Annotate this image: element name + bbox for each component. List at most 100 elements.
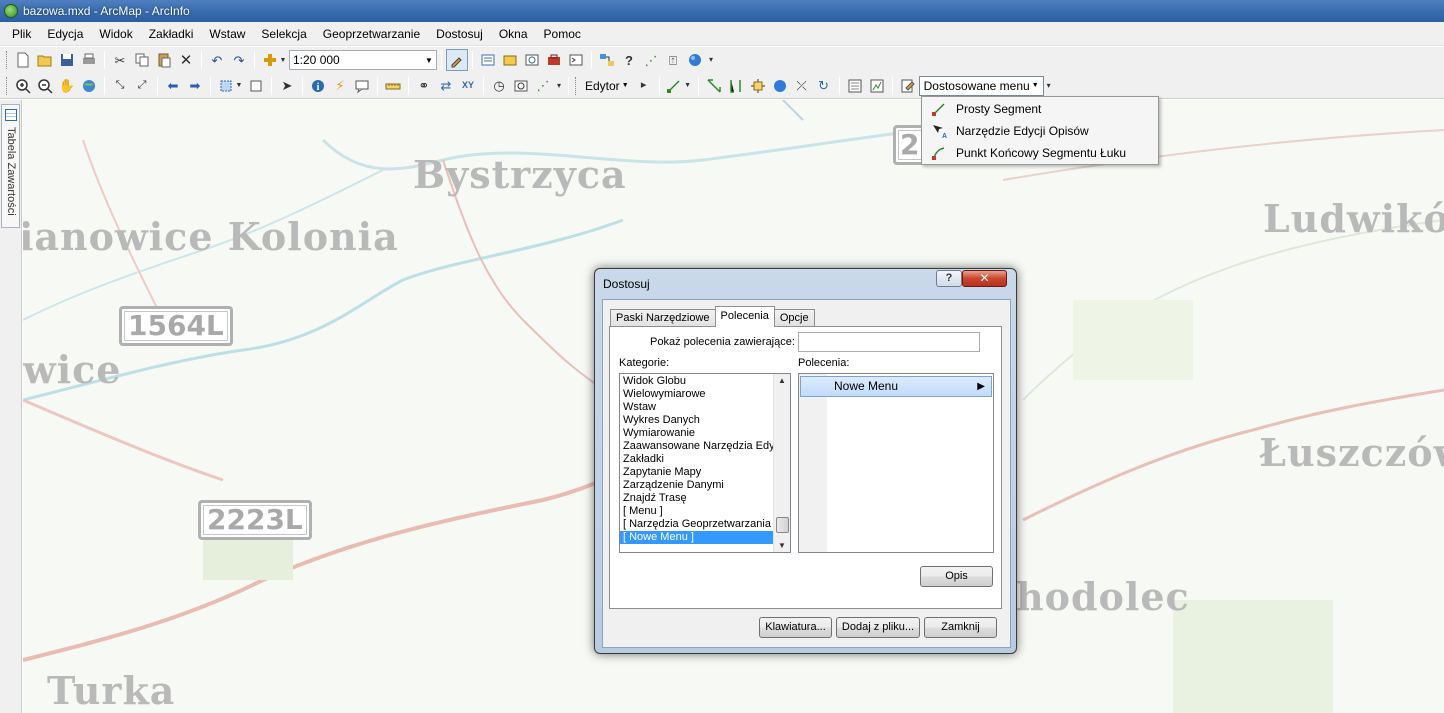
hyperlink-icon[interactable]: ⚡ (329, 75, 351, 97)
toolbar-grip[interactable] (6, 51, 9, 69)
paste-icon[interactable] (153, 49, 175, 71)
identify-icon[interactable]: i (307, 75, 329, 97)
rotate-tool-icon[interactable]: ⤫ (791, 75, 813, 97)
list-item[interactable]: Zapytanie Mapy (620, 466, 773, 479)
tab-polecenia[interactable]: Polecenia (714, 306, 775, 327)
menu-okna[interactable]: Okna (491, 27, 536, 41)
undo-icon[interactable]: ↶ (206, 49, 228, 71)
menu-selekcja[interactable]: Selekcja (253, 27, 314, 41)
copy-icon[interactable] (131, 49, 153, 71)
python-window-icon[interactable] (565, 49, 587, 71)
table-of-contents-icon[interactable] (477, 49, 499, 71)
list-item[interactable]: [ Narzędzia Geoprzetwarzania ] (620, 518, 773, 531)
pan-hand-icon[interactable]: ✋ (56, 75, 78, 97)
list-item-selected[interactable]: [ Nowe Menu ] (620, 531, 773, 544)
select-elements-icon[interactable]: ➤ (276, 75, 298, 97)
menu-item-endpoint-arc[interactable]: Punkt Końcowy Segmentu Łuku (922, 142, 1158, 164)
measure-icon[interactable] (382, 75, 404, 97)
menu-edycja[interactable]: Edycja (39, 27, 91, 41)
create-viewer-window-icon[interactable] (510, 75, 532, 97)
find-binoculars-icon[interactable]: ⚭ (413, 75, 435, 97)
zoom-out-icon[interactable] (34, 75, 56, 97)
command-item-nowe-menu[interactable]: Nowe Menu ▶ (800, 376, 992, 397)
split-tool-icon[interactable] (769, 75, 791, 97)
html-popup-icon[interactable] (351, 75, 373, 97)
custom-menu-icon[interactable] (897, 75, 919, 97)
custom-menu-button[interactable]: Dostosowane menu ▼ (918, 75, 1044, 96)
list-item[interactable]: Zarządzenie Danymi (620, 479, 773, 492)
add-data-icon[interactable]: ▼ (259, 49, 289, 71)
categories-list[interactable]: Widok Globu Wielowymiarowe Wstaw Wykres … (619, 373, 791, 553)
cut-polygons-icon[interactable] (747, 75, 769, 97)
menu-item-edit-annotation[interactable]: A Narzędzie Edycji Opisów (922, 120, 1158, 142)
sketch-properties-icon[interactable]: ↻ (813, 75, 835, 97)
list-item[interactable]: [ Menu ] (620, 505, 773, 518)
tab-opcje[interactable]: Opcje (773, 309, 815, 327)
toolbar-options-icon[interactable]: ▾ (706, 49, 716, 71)
globe-icon[interactable] (684, 49, 706, 71)
close-dialog-button[interactable]: Zamknij (924, 617, 997, 638)
list-item[interactable]: Znajdź Trasę (620, 492, 773, 505)
attributes-icon[interactable] (844, 75, 866, 97)
categories-scrollbar[interactable]: ▲ ▼ (773, 374, 790, 552)
toolbar-options-icon[interactable]: ▾ (1044, 75, 1054, 97)
edit-vertices-tool-icon[interactable] (703, 75, 725, 97)
commands-list[interactable]: Nowe Menu ▶ (798, 373, 994, 553)
menu-geoprzetwarzanie[interactable]: Geoprzetwarzanie (315, 27, 428, 41)
scroll-down-icon[interactable]: ▼ (778, 541, 786, 550)
menu-pomoc[interactable]: Pomoc (536, 27, 589, 41)
time-slider-icon[interactable]: ◷ (488, 75, 510, 97)
show-commands-input[interactable] (798, 332, 980, 352)
map-scale-combo[interactable]: 1:20 000 ▼ (289, 50, 437, 70)
description-button[interactable]: Opis (920, 566, 993, 587)
arctoolbox-icon[interactable] (543, 49, 565, 71)
list-item[interactable]: Zakładki (620, 453, 773, 466)
help-button[interactable]: ? (936, 270, 962, 287)
list-item[interactable]: Wykres Danych (620, 414, 773, 427)
print-icon[interactable] (78, 49, 100, 71)
menu-dostosuj[interactable]: Dostosuj (428, 27, 491, 41)
tab-paski-narzedziowe[interactable]: Paski Narzędziowe (610, 309, 716, 327)
edit-tool-icon[interactable]: ▸ (633, 75, 655, 97)
list-item[interactable]: Wymiarowanie (620, 427, 773, 440)
save-icon[interactable] (56, 49, 78, 71)
menu-plik[interactable]: Plik (4, 27, 39, 41)
open-folder-icon[interactable] (34, 49, 56, 71)
editor-menu-button[interactable]: Edytor ▼ (581, 79, 633, 93)
straight-segment-icon[interactable]: ▼ (664, 75, 694, 97)
fixed-zoom-in-icon[interactable]: ⤡ (109, 75, 131, 97)
list-item[interactable]: Widok Globu (620, 375, 773, 388)
redo-icon[interactable]: ↷ (228, 49, 250, 71)
go-back-icon[interactable]: ⬅ (162, 75, 184, 97)
list-item[interactable]: Zaawansowane Narzędzia Edycji (620, 440, 773, 453)
upload-icon[interactable]: ⍐ (662, 49, 684, 71)
menu-widok[interactable]: Widok (91, 27, 140, 41)
create-features-icon[interactable] (866, 75, 888, 97)
toc-tab[interactable]: Tabela Zawartości (1, 104, 20, 228)
goto-xy-icon[interactable]: XY (457, 75, 479, 97)
new-document-icon[interactable] (12, 49, 34, 71)
scroll-thumb[interactable] (776, 517, 789, 533)
select-features-icon[interactable]: ▼ (215, 75, 245, 97)
list-item[interactable]: Wstaw (620, 401, 773, 414)
add-from-file-button[interactable]: Dodaj z pliku... (836, 617, 920, 638)
catalog-icon[interactable] (499, 49, 521, 71)
toolbar-grip[interactable] (6, 76, 9, 95)
whats-this-icon[interactable]: ? (618, 49, 640, 71)
editor-toolbar-toggle-icon[interactable] (446, 49, 468, 71)
menu-zakladki[interactable]: Zakładki (141, 27, 202, 41)
toolbar-grip[interactable] (575, 76, 578, 95)
delete-icon[interactable]: ✕ (175, 49, 197, 71)
keyboard-button[interactable]: Klawiatura... (759, 617, 832, 638)
cut-icon[interactable]: ✂ (109, 49, 131, 71)
find-route-icon[interactable]: ⇄ (435, 75, 457, 97)
list-item[interactable]: Wielowymiarowe (620, 388, 773, 401)
edit-vertices-icon[interactable]: ⋰ (640, 49, 662, 71)
go-forward-icon[interactable]: ➡ (184, 75, 206, 97)
swipe-icon[interactable]: ⋰ (532, 75, 554, 97)
zoom-in-icon[interactable] (12, 75, 34, 97)
menu-item-straight-segment[interactable]: Prosty Segment (922, 98, 1158, 120)
search-window-icon[interactable] (521, 49, 543, 71)
clear-selection-icon[interactable] (245, 75, 267, 97)
menu-wstaw[interactable]: Wstaw (201, 27, 253, 41)
